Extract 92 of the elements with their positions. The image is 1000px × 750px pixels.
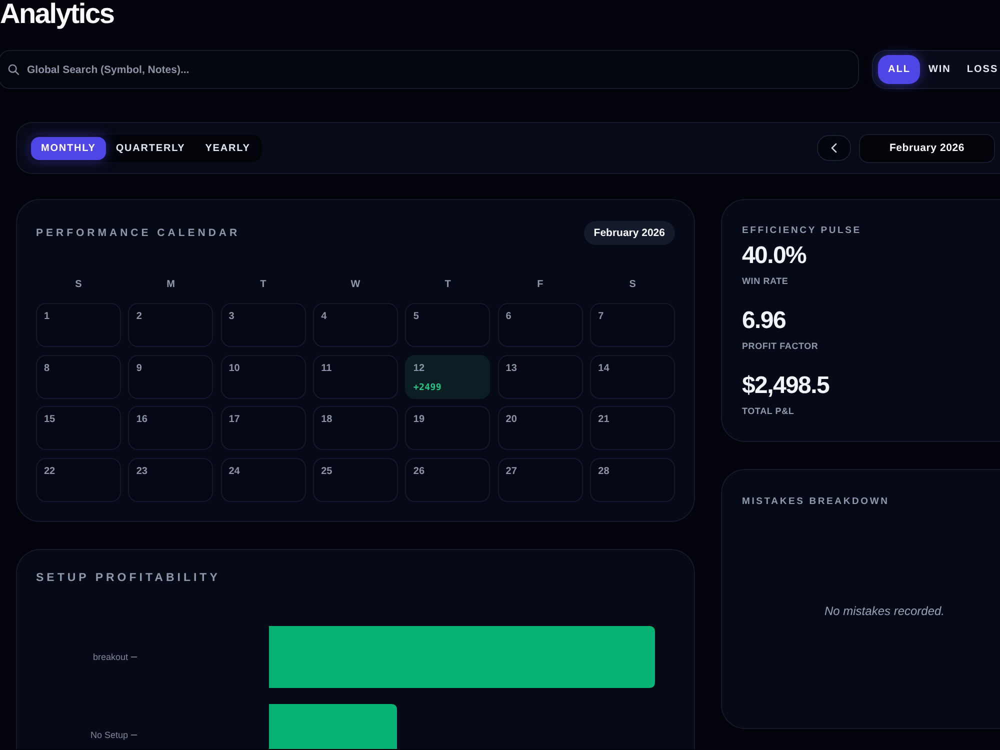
- weekday-label: M: [166, 278, 176, 292]
- day-number: 16: [136, 414, 148, 426]
- day-number: 1: [44, 311, 50, 323]
- day-cell[interactable]: 22: [36, 458, 121, 502]
- weekday-label: F: [536, 278, 544, 292]
- month-badge: February 2026: [584, 221, 675, 245]
- axis-tick: [130, 734, 138, 736]
- weekday-label: S: [628, 278, 637, 292]
- day-cell[interactable]: 16: [128, 406, 214, 450]
- day-cell[interactable]: 7: [590, 303, 675, 347]
- day-cell[interactable]: 11: [313, 354, 398, 398]
- period-tab[interactable]: YEARLY: [195, 136, 260, 160]
- day-cell[interactable]: 14: [590, 354, 675, 398]
- day-number: 22: [44, 466, 56, 478]
- search-icon: [8, 64, 19, 75]
- metric-label: WIN RATE: [742, 275, 790, 287]
- day-cell[interactable]: 27: [498, 458, 583, 502]
- bar-label: No Setup: [90, 730, 128, 740]
- card-title: PERFORMANCE CALENDAR: [36, 226, 240, 240]
- day-pnl: +2499: [413, 382, 442, 394]
- period-tab[interactable]: QUARTERLY: [106, 136, 196, 160]
- day-cell[interactable]: 26: [405, 458, 490, 502]
- day-cell[interactable]: 2: [128, 303, 214, 347]
- day-cell[interactable]: 24: [220, 458, 306, 502]
- day-number: 4: [321, 311, 327, 323]
- filter-tab[interactable]: ALL: [878, 55, 920, 84]
- day-number: 17: [228, 414, 240, 426]
- metric-label: TOTAL P&L: [742, 405, 796, 417]
- day-cell[interactable]: 23: [128, 458, 214, 502]
- day-number: 14: [598, 362, 610, 374]
- day-number: 6: [506, 311, 512, 323]
- metric-value: 40.0%: [742, 243, 808, 269]
- card-title: EFFICIENCY PULSE: [742, 224, 862, 238]
- day-cell[interactable]: 10: [220, 354, 306, 398]
- day-cell[interactable]: 12 +2499: [405, 354, 490, 398]
- day-cell[interactable]: 25: [313, 458, 398, 502]
- day-number: 25: [321, 466, 332, 478]
- day-cell[interactable]: 1: [36, 303, 121, 347]
- day-cell[interactable]: 28: [590, 458, 675, 502]
- metric-value: $2,498.5: [742, 373, 830, 399]
- day-cell[interactable]: 17: [220, 406, 306, 450]
- day-number: 19: [413, 414, 425, 426]
- axis-tick: [130, 656, 138, 658]
- day-number: 9: [136, 362, 142, 374]
- day-cell[interactable]: 18: [313, 406, 398, 450]
- weekday-label: T: [444, 278, 452, 292]
- day-cell[interactable]: 6: [498, 303, 583, 347]
- card-title: MISTAKES BREAKDOWN: [742, 495, 890, 509]
- bar-label: breakout: [92, 652, 128, 662]
- day-number: 26: [413, 466, 425, 478]
- day-cell[interactable]: 15: [36, 406, 121, 450]
- chevron-left-icon: [831, 143, 837, 153]
- search-field[interactable]: Global Search (Symbol, Notes)...: [0, 50, 859, 89]
- page-title: Analytics: [0, 0, 115, 31]
- day-number: 20: [506, 414, 517, 426]
- day-cell[interactable]: 19: [405, 406, 490, 450]
- filter-tab[interactable]: WIN: [920, 55, 959, 84]
- day-cell[interactable]: 3: [220, 303, 306, 347]
- previous-button[interactable]: [817, 135, 851, 161]
- empty-message: No mistakes recorded.: [824, 604, 945, 618]
- day-number: 11: [321, 362, 332, 374]
- day-cell[interactable]: 4: [313, 303, 398, 347]
- metric-value: 6.96: [742, 308, 787, 334]
- day-cell[interactable]: 8: [36, 354, 121, 398]
- metric-label: PROFIT FACTOR: [742, 340, 820, 352]
- day-number: 10: [228, 362, 240, 374]
- day-number: 28: [598, 466, 610, 478]
- day-number: 3: [228, 311, 234, 323]
- day-cell[interactable]: 9: [128, 354, 214, 398]
- day-cell[interactable]: 5: [405, 303, 490, 347]
- day-number: 13: [506, 362, 517, 374]
- day-number: 2: [136, 311, 142, 323]
- filter-tab[interactable]: LOSS: [958, 55, 998, 84]
- day-number: 27: [506, 466, 517, 478]
- day-cell[interactable]: 20: [498, 406, 583, 450]
- day-number: 12: [413, 362, 425, 374]
- day-number: 7: [598, 311, 604, 323]
- weekday-label: W: [350, 278, 362, 292]
- period-tab[interactable]: MONTHLY: [31, 136, 106, 160]
- day-number: 5: [413, 311, 419, 323]
- day-number: 18: [321, 414, 332, 426]
- day-number: 24: [228, 466, 240, 478]
- card-title: SETUP PROFITABILITY: [36, 571, 222, 585]
- weekday-label: S: [74, 278, 83, 292]
- day-number: 8: [44, 362, 50, 374]
- month-picker[interactable]: February 2026: [859, 134, 995, 162]
- day-number: 21: [598, 414, 610, 426]
- day-number: 23: [136, 466, 148, 478]
- day-number: 15: [44, 414, 56, 426]
- weekday-label: T: [259, 278, 268, 292]
- day-cell[interactable]: 21: [590, 406, 675, 450]
- day-cell[interactable]: 13: [498, 354, 583, 398]
